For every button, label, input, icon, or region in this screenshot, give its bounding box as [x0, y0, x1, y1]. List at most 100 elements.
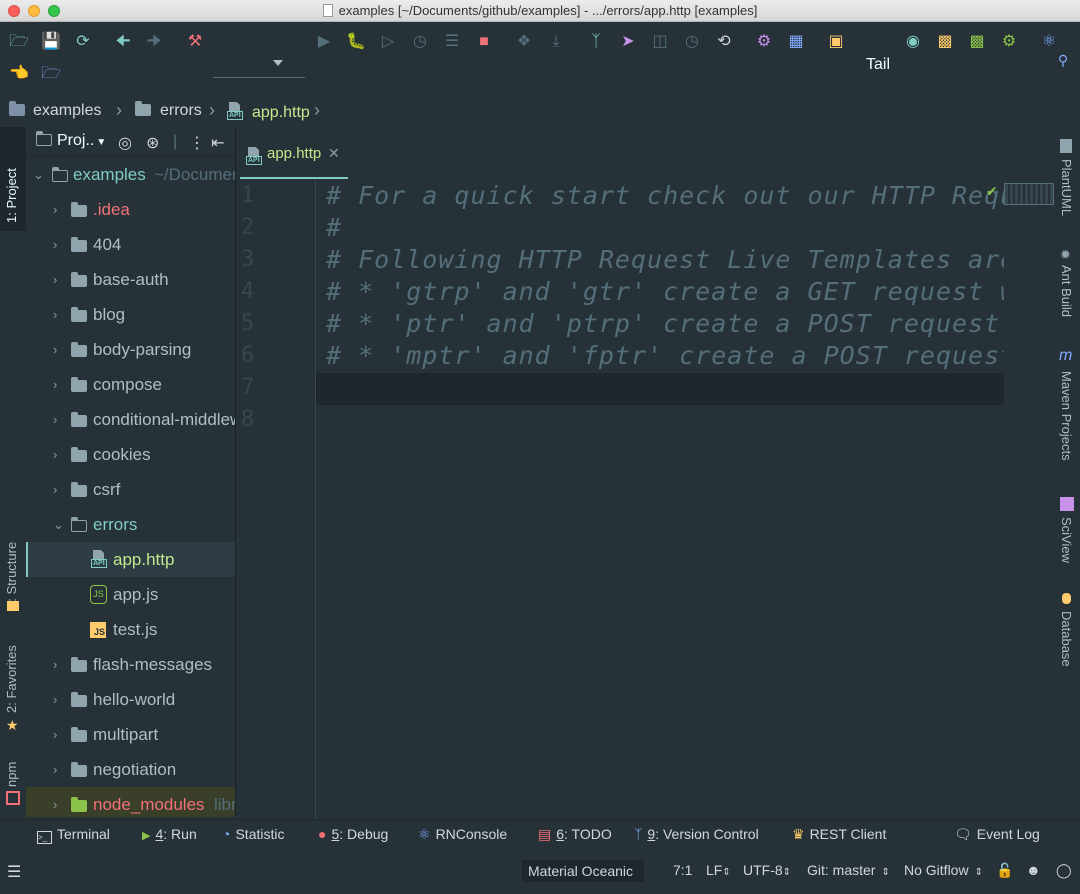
plugin-icon[interactable]: ⚙: [998, 31, 1020, 53]
tab-statistic[interactable]: ◔ Statistic: [222, 826, 284, 842]
history-icon[interactable]: ◷: [681, 31, 703, 53]
tool-window-database[interactable]: Database: [1059, 611, 1074, 667]
editor-tab-bar: app.http ✕: [236, 127, 1056, 179]
tree-item-idea[interactable]: › .idea: [26, 192, 235, 227]
theme-indicator[interactable]: Material Oceanic: [522, 860, 644, 882]
tree-root-examples[interactable]: ⌄ examples ~/Documents/github/examples: [26, 157, 235, 192]
tool-window-structure[interactable]: 7: Structure: [4, 542, 19, 609]
more-options-icon[interactable]: ⋮: [189, 133, 205, 153]
tree-item-compose[interactable]: › compose: [26, 367, 235, 402]
minimize-window-button[interactable]: [28, 5, 40, 17]
tree-item-negotiation[interactable]: › negotiation: [26, 752, 235, 787]
download-icon[interactable]: ⤓: [545, 31, 567, 53]
code-editor[interactable]: 1 2 3 4 5 6 7 8 # For a quick start chec…: [236, 179, 1004, 819]
tree-item-blog[interactable]: › blog: [26, 297, 235, 332]
lock-icon[interactable]: 🔓: [996, 862, 1013, 879]
folder-icon: [71, 412, 87, 427]
notification-icon[interactable]: ◯: [1056, 862, 1072, 879]
file-encoding[interactable]: UTF-8⇕: [743, 862, 791, 878]
layers-icon[interactable]: ☰: [7, 862, 21, 882]
profile-icon[interactable]: ◷: [409, 31, 431, 53]
tab-todo[interactable]: ▤ 6: TODO: [538, 826, 612, 843]
settings-gear-icon[interactable]: ⚙: [753, 31, 775, 53]
debug-icon[interactable]: 🐛: [345, 31, 367, 53]
tab-event-log[interactable]: 🗨 Event Log: [954, 826, 1040, 843]
tool-window-sciview[interactable]: SciView: [1059, 517, 1074, 563]
close-window-button[interactable]: [8, 5, 20, 17]
tree-item-base-auth[interactable]: › base-auth: [26, 262, 235, 297]
sync-icon[interactable]: ⟳: [72, 31, 94, 53]
tree-item-node-modules[interactable]: ›node_moduleslibrary root: [26, 787, 235, 817]
tree-item-hello-world[interactable]: › hello-world: [26, 682, 235, 717]
tree-item-404[interactable]: › 404: [26, 227, 235, 262]
breadcrumb-item-file[interactable]: app.http: [227, 102, 310, 122]
breadcrumb-item-examples[interactable]: examples: [9, 101, 101, 120]
forward-arrow-icon[interactable]: 🠊: [143, 31, 165, 53]
search-icon[interactable]: ⚲: [1052, 49, 1074, 71]
tab-run[interactable]: ▶ 4: Run: [142, 826, 197, 842]
git-branch-icon[interactable]: ᛉ: [585, 31, 607, 53]
tree-item-app-http[interactable]: app.http: [26, 542, 235, 577]
chevron-right-icon: ›: [53, 657, 58, 672]
bookmark-icon[interactable]: ❖: [513, 31, 535, 53]
deploy-icon[interactable]: ▩: [966, 31, 988, 53]
tool-window-favorites[interactable]: 2: Favorites: [4, 645, 19, 713]
palette-icon[interactable]: ▩: [934, 31, 956, 53]
tree-item-cookies[interactable]: › cookies: [26, 437, 235, 472]
structure-icon: [7, 601, 19, 611]
project-view-select[interactable]: Proj.. ▼: [35, 130, 106, 150]
run-configuration-select[interactable]: [213, 54, 305, 78]
maximize-window-button[interactable]: [48, 5, 60, 17]
git-branch-status[interactable]: Git: master ⇕: [807, 862, 890, 878]
tool-window-ant-build[interactable]: Ant Build: [1059, 265, 1074, 317]
keyboard-icon[interactable]: [1004, 183, 1054, 205]
inspector-icon[interactable]: ☻: [1026, 862, 1041, 878]
build-list-icon[interactable]: ☰: [441, 31, 463, 53]
tree-item-body-parsing[interactable]: › body-parsing: [26, 332, 235, 367]
tail-label[interactable]: Tail: [866, 56, 890, 74]
locate-target-icon[interactable]: ◎: [118, 133, 132, 153]
record-icon[interactable]: ◉: [902, 31, 924, 53]
tree-item-test-js[interactable]: JS test.js: [26, 612, 235, 647]
hide-panel-icon[interactable]: ⇤: [211, 133, 224, 153]
tool-window-plantuml[interactable]: PlantUML: [1059, 159, 1074, 216]
tab-app-http[interactable]: app.http ✕: [240, 139, 348, 179]
tab-rnconsole[interactable]: ⚛ RNConsole: [418, 826, 507, 843]
tool-window-npm[interactable]: npm: [4, 762, 19, 787]
forward-nav-icon[interactable]: 👈: [8, 63, 30, 85]
run-icon[interactable]: ▶: [313, 31, 335, 53]
breadcrumb-item-errors[interactable]: errors: [135, 101, 202, 120]
compare-icon[interactable]: ◫: [649, 31, 671, 53]
chip-icon[interactable]: ▣: [825, 31, 847, 53]
back-arrow-icon[interactable]: 🠈: [112, 31, 134, 53]
build-hammer-icon[interactable]: ⚒: [184, 31, 206, 53]
project-folder-icon[interactable]: 🗁: [40, 63, 62, 85]
collapse-icon[interactable]: ⊛: [146, 133, 159, 153]
send-request-icon[interactable]: ➤: [617, 31, 639, 53]
caret-position[interactable]: 7:1: [673, 862, 692, 878]
structure-grid-icon[interactable]: ▦: [785, 31, 807, 53]
tree-item-conditional-middleware[interactable]: ›conditional-middleware: [26, 402, 235, 437]
open-folder-icon[interactable]: 🗁: [8, 31, 30, 53]
tab-debug[interactable]: ● 5: Debug: [318, 826, 388, 842]
tree-item-csrf[interactable]: › csrf: [26, 472, 235, 507]
tab-terminal[interactable]: >_ Terminal: [37, 826, 110, 844]
tree-item-errors[interactable]: ⌄ errors: [26, 507, 235, 542]
gitflow-status[interactable]: No Gitflow ⇕: [904, 862, 983, 878]
stop-icon[interactable]: ■: [473, 31, 495, 53]
tab-rest-client[interactable]: ♛ REST Client: [792, 826, 886, 843]
tree-item-flash-messages[interactable]: › flash-messages: [26, 647, 235, 682]
folder-icon: [71, 272, 87, 287]
tree-item-multipart[interactable]: › multipart: [26, 717, 235, 752]
tool-window-maven[interactable]: Maven Projects: [1059, 371, 1074, 461]
run-coverage-icon[interactable]: ▷: [377, 31, 399, 53]
tree-item-app-js[interactable]: JS app.js: [26, 577, 235, 612]
line-separator[interactable]: LF⇕: [706, 862, 731, 878]
tab-version-control[interactable]: ᛉ 9: Version Control: [634, 826, 759, 842]
chevron-right-icon: ›: [53, 272, 58, 287]
save-icon[interactable]: 💾: [40, 31, 62, 53]
revert-icon[interactable]: ⟲: [713, 31, 735, 53]
tool-window-project[interactable]: 1: Project: [4, 168, 19, 223]
close-tab-icon[interactable]: ✕: [328, 145, 340, 162]
folder-icon: [71, 377, 87, 392]
